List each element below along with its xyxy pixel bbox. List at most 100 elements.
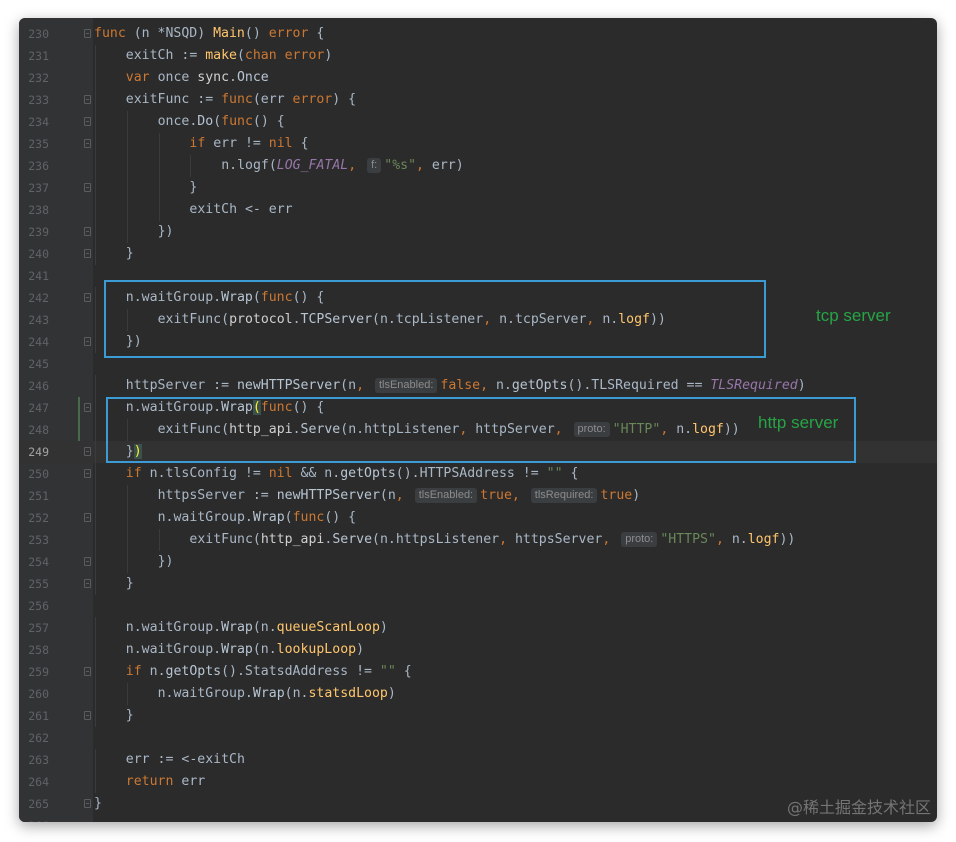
code-line[interactable]: 255} [19,573,937,595]
line-number[interactable]: 231 [19,45,49,67]
line-number[interactable]: 245 [19,353,49,375]
parameter-hint: f: [367,158,382,173]
code-line[interactable]: 239}) [19,221,937,243]
fold-marker-icon[interactable] [84,469,91,478]
line-number[interactable]: 262 [19,727,49,749]
indent-guide [158,177,160,199]
code-token: n.waitGroup. [125,620,222,635]
line-number[interactable]: 258 [19,639,49,661]
code-line[interactable]: 250 if n.tlsConfig != nil && n.getOpts().… [19,463,937,485]
code-token: Main [213,26,245,41]
line-number[interactable]: 266 [19,815,49,822]
code-line[interactable]: 256 [19,595,937,617]
code-line[interactable]: 233 exitFunc := func(err error) { [19,89,937,111]
indent-guide [95,419,96,441]
fold-marker-icon[interactable] [84,557,91,566]
fold-marker-icon[interactable] [84,293,91,302]
code-text: exitCh := make(chan error) [126,45,332,67]
code-line[interactable]: 264 return err [19,771,937,793]
code-text: httpServer := newHTTPServer(n, tlsEnable… [126,375,806,397]
code-line[interactable]: 252 n.waitGroup.Wrap(func() { [19,507,937,529]
code-line[interactable]: 254}) [19,551,937,573]
line-number[interactable]: 239 [19,221,49,243]
code-line[interactable]: 238 exitCh <- err [19,199,937,221]
fold-marker-icon[interactable] [84,513,91,522]
line-number[interactable]: 246 [19,375,49,397]
fold-marker-icon[interactable] [84,667,91,676]
indent-guide [95,287,96,309]
line-number[interactable]: 230 [19,23,49,45]
code-line[interactable]: 246 httpServer := newHTTPServer(n, tlsEna… [19,375,937,397]
fold-marker-icon[interactable] [84,29,91,38]
line-number[interactable]: 250 [19,463,49,485]
code-line[interactable]: 258 n.waitGroup.Wrap(n.lookupLoop) [19,639,937,661]
line-number[interactable]: 261 [19,705,49,727]
fold-marker-icon[interactable] [84,337,91,346]
code-line[interactable]: 240} [19,243,937,265]
line-number[interactable]: 244 [19,331,49,353]
line-number[interactable]: 255 [19,573,49,595]
line-number[interactable]: 237 [19,177,49,199]
line-number[interactable]: 257 [19,617,49,639]
code-line[interactable]: 260 n.waitGroup.Wrap(n.statsdLoop) [19,683,937,705]
line-number[interactable]: 251 [19,485,49,507]
fold-marker-icon[interactable] [84,799,91,808]
line-number[interactable]: 247 [19,397,49,419]
line-number[interactable]: 254 [19,551,49,573]
fold-marker-icon[interactable] [84,711,91,720]
fold-marker-icon[interactable] [84,403,91,412]
line-number[interactable]: 248 [19,419,49,441]
code-editor-window: 230 func (n *NSQD) Main() error {231 exitC… [19,18,937,822]
line-number[interactable]: 265 [19,793,49,815]
line-number[interactable]: 233 [19,89,49,111]
fold-marker-icon[interactable] [84,139,91,148]
line-number[interactable]: 263 [19,749,49,771]
code-line[interactable]: 259 if n.getOpts().StatsdAddress != "" { [19,661,937,683]
indent-guide [95,133,96,155]
code-token: { [403,664,412,679]
fold-marker-icon[interactable] [84,117,91,126]
line-number[interactable]: 259 [19,661,49,683]
code-token: err := <-exitCh [125,752,245,767]
code-line[interactable]: 253 exitFunc(http_api.Serve(n.httpsListen… [19,529,937,551]
line-number[interactable]: 256 [19,595,49,617]
line-number[interactable]: 238 [19,199,49,221]
code-line[interactable]: 235 if err != nil { [19,133,937,155]
line-number[interactable]: 243 [19,309,49,331]
line-number[interactable]: 241 [19,265,49,287]
fold-marker-icon[interactable] [84,95,91,104]
line-number[interactable]: 240 [19,243,49,265]
line-number[interactable]: 252 [19,507,49,529]
code-line[interactable]: 262 [19,727,937,749]
code-token: n.waitGroup. [125,642,222,657]
line-number[interactable]: 249 [19,441,49,463]
code-line[interactable]: 261} [19,705,937,727]
line-number[interactable]: 235 [19,133,49,155]
line-number[interactable]: 234 [19,111,49,133]
code-token: ) [632,488,641,503]
code-line[interactable]: 251 httpsServer := newHTTPServer(n, tlsEn… [19,485,937,507]
fold-marker-icon[interactable] [84,447,91,456]
code-line[interactable]: 230 func (n *NSQD) Main() error { [19,23,937,45]
fold-marker-icon[interactable] [84,249,91,258]
code-line[interactable]: 237} [19,177,937,199]
code-line[interactable]: 234 once.Do(func() { [19,111,937,133]
code-line[interactable]: 231 exitCh := make(chan error) [19,45,937,67]
line-number[interactable]: 253 [19,529,49,551]
code-line[interactable]: 263 err := <-exitCh [19,749,937,771]
code-line[interactable]: 232 var once sync.Once [19,67,937,89]
code-token: } [189,180,198,195]
code-token: ( [213,114,222,129]
fold-marker-icon[interactable] [84,579,91,588]
line-number[interactable]: 232 [19,67,49,89]
code-line[interactable]: 257 n.waitGroup.Wrap(n.queueScanLoop) [19,617,937,639]
line-number[interactable]: 236 [19,155,49,177]
line-number[interactable]: 264 [19,771,49,793]
code-line[interactable]: 236 n.logf(LOG_FATAL, f: "%s", err) [19,155,937,177]
code-text: } [126,243,134,265]
fold-marker-icon[interactable] [84,183,91,192]
line-number[interactable]: 260 [19,683,49,705]
line-number[interactable]: 242 [19,287,49,309]
fold-marker-icon[interactable] [84,227,91,236]
code-token: Once [236,70,269,85]
